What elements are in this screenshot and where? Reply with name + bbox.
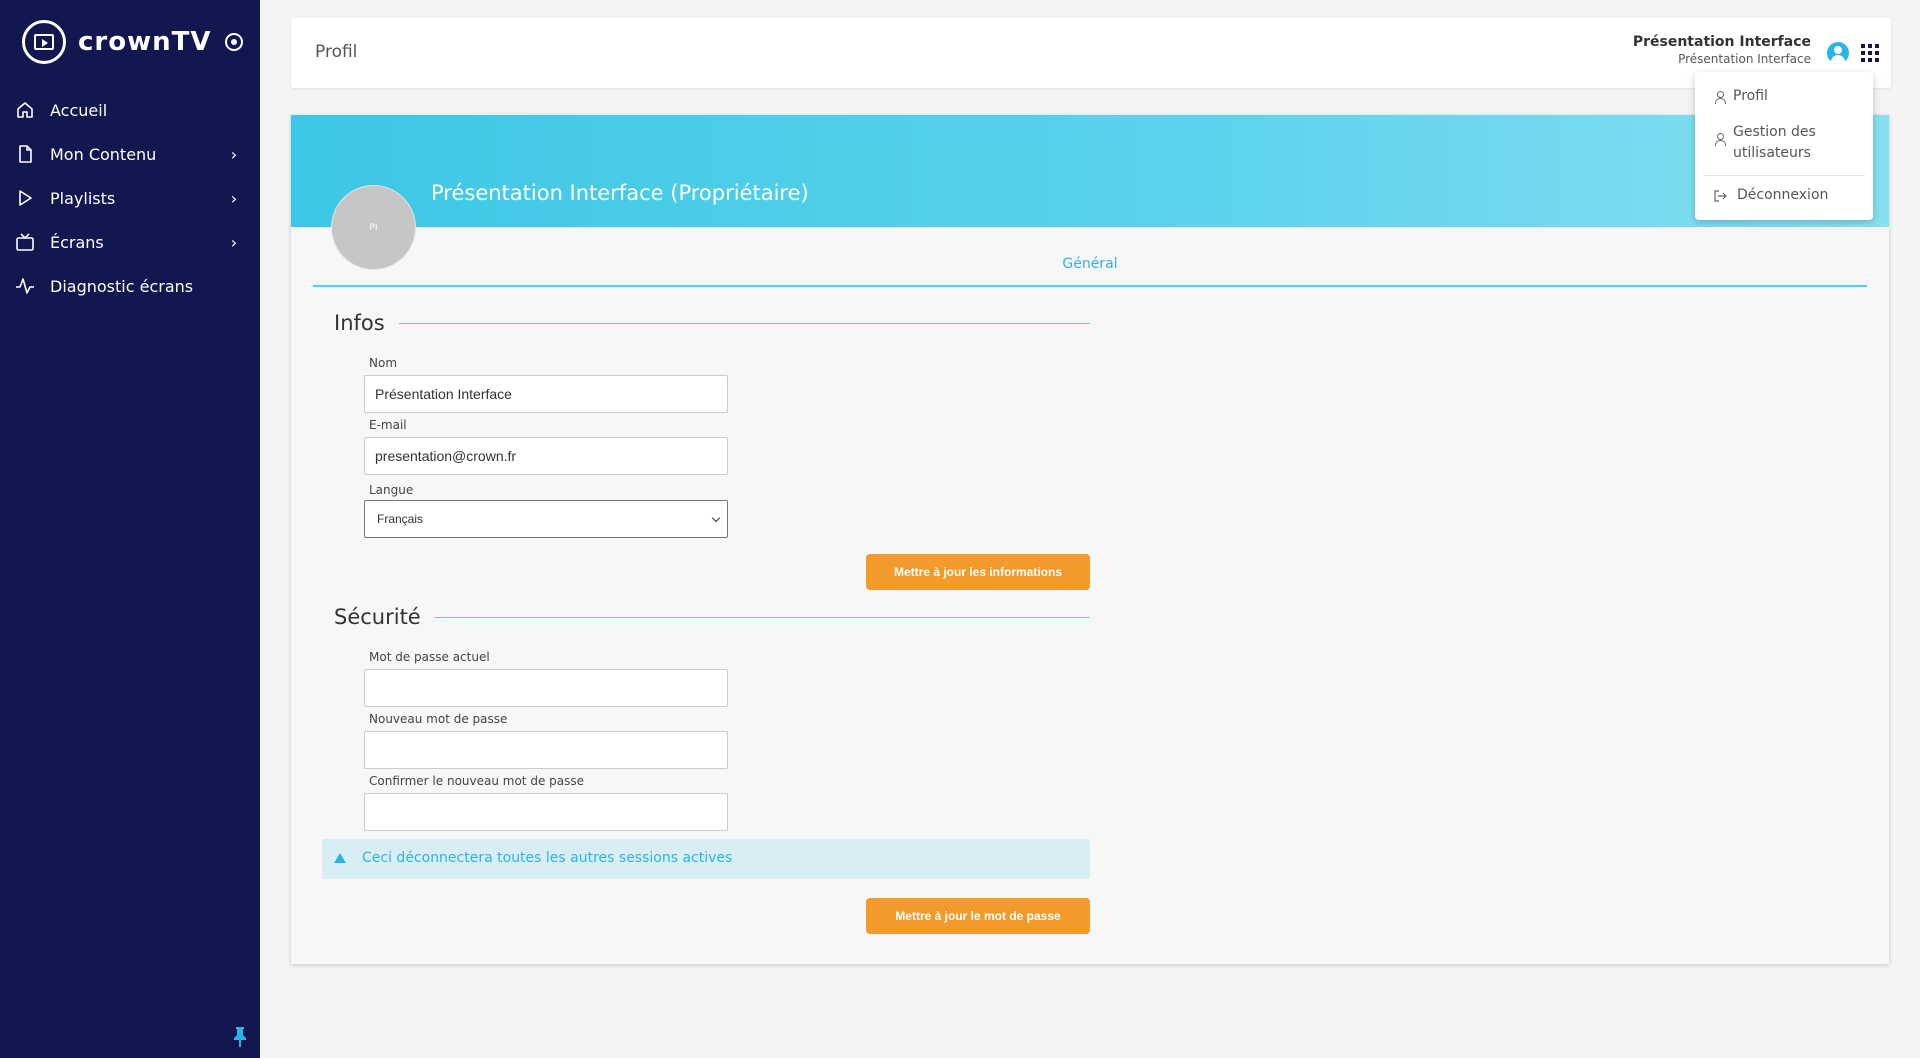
- confirm-password-label: Confirmer le nouveau mot de passe: [369, 774, 584, 788]
- email-label: E-mail: [369, 418, 407, 432]
- update-password-button[interactable]: Mettre à jour le mot de passe: [866, 898, 1090, 934]
- menu-item-label-line2: utilisateurs: [1733, 145, 1811, 161]
- menu-item-label: Profil: [1733, 88, 1768, 104]
- confirm-password-field[interactable]: [364, 793, 728, 831]
- section-divider: [399, 323, 1090, 324]
- tab-underline: [313, 285, 1867, 287]
- sidebar-item-mon-contenu[interactable]: Mon Contenu ›: [0, 132, 260, 176]
- home-icon: [14, 99, 36, 121]
- session-warning-text: Ceci déconnectera toutes les autres sess…: [362, 850, 733, 866]
- language-value: Français: [377, 512, 424, 526]
- new-password-field[interactable]: [364, 731, 728, 769]
- menu-item-label: Gestion des utilisateurs: [1733, 122, 1816, 164]
- section-title-infos: Infos: [334, 311, 385, 335]
- sidebar-item-label: Écrans: [50, 232, 104, 252]
- tab-general[interactable]: Général: [291, 256, 1889, 272]
- menu-item-label-line1: Gestion des: [1733, 124, 1816, 140]
- section-divider: [435, 617, 1090, 618]
- update-info-button[interactable]: Mettre à jour les informations: [866, 554, 1090, 590]
- menu-item-label: Déconnexion: [1737, 187, 1829, 203]
- user-avatar-icon[interactable]: [1827, 42, 1849, 64]
- file-icon: [14, 143, 36, 165]
- menu-item-deconnexion[interactable]: Déconnexion: [1713, 187, 1828, 203]
- section-title-security: Sécurité: [334, 605, 421, 629]
- play-icon: [14, 187, 36, 209]
- name-label: Nom: [369, 356, 398, 370]
- pin-icon[interactable]: [232, 1026, 248, 1048]
- sidebar-item-label: Playlists: [50, 188, 116, 208]
- chevron-down-icon: [711, 513, 721, 523]
- sidebar-item-label: Diagnostic écrans: [50, 276, 194, 296]
- sidebar-item-label: Accueil: [50, 100, 108, 120]
- profile-banner: Présentation Interface (Propriétaire): [291, 115, 1889, 227]
- activity-icon: [14, 275, 36, 297]
- sidebar: crownTV Accueil Mon Contenu › Playlists …: [0, 0, 260, 1058]
- menu-item-gestion-utilisateurs[interactable]: Gestion des utilisateurs: [1713, 122, 1816, 164]
- sidebar-item-ecrans[interactable]: Écrans ›: [0, 220, 260, 264]
- sidebar-nav: Accueil Mon Contenu › Playlists › Écrans…: [0, 88, 260, 308]
- page-title: Profil: [315, 42, 358, 62]
- tv-icon: [14, 231, 36, 253]
- warning-icon: [334, 853, 346, 863]
- user-dropdown-menu: Profil Gestion des utilisateurs Déconnex…: [1695, 72, 1873, 220]
- chevron-right-icon: ›: [230, 232, 238, 252]
- name-field[interactable]: Présentation Interface: [364, 375, 728, 413]
- user-icon: [1713, 90, 1727, 104]
- user-icon: [1713, 132, 1727, 146]
- sidebar-item-accueil[interactable]: Accueil: [0, 88, 260, 132]
- current-password-field[interactable]: [364, 669, 728, 707]
- session-warning-alert: Ceci déconnectera toutes les autres sess…: [322, 839, 1090, 879]
- language-select[interactable]: Français: [364, 500, 728, 538]
- chevron-right-icon: ›: [230, 188, 238, 208]
- logo-play-icon: [22, 20, 66, 64]
- menu-item-profil[interactable]: Profil: [1713, 88, 1768, 104]
- current-password-label: Mot de passe actuel: [369, 650, 490, 664]
- brand-name: crownTV: [78, 27, 212, 57]
- user-info[interactable]: Présentation Interface Présentation Inte…: [1633, 34, 1811, 66]
- email-field[interactable]: presentation@crown.fr: [364, 437, 728, 475]
- profile-card: Présentation Interface (Propriétaire) PI…: [291, 115, 1889, 964]
- profile-banner-title: Présentation Interface (Propriétaire): [431, 181, 809, 205]
- user-org: Présentation Interface: [1678, 52, 1811, 66]
- target-icon: [225, 33, 244, 51]
- sidebar-item-playlists[interactable]: Playlists ›: [0, 176, 260, 220]
- new-password-label: Nouveau mot de passe: [369, 712, 508, 726]
- sidebar-item-diagnostic[interactable]: Diagnostic écrans: [0, 264, 260, 308]
- apps-grid-icon[interactable]: [1861, 44, 1879, 62]
- brand-logo[interactable]: crownTV: [22, 20, 244, 64]
- user-name: Présentation Interface: [1632, 34, 1811, 50]
- menu-divider: [1703, 175, 1865, 176]
- sidebar-item-label: Mon Contenu: [50, 144, 157, 164]
- top-header: Profil Présentation Interface Présentati…: [291, 18, 1891, 88]
- language-label: Langue: [369, 483, 414, 497]
- chevron-right-icon: ›: [230, 144, 238, 164]
- logout-icon: [1713, 189, 1731, 203]
